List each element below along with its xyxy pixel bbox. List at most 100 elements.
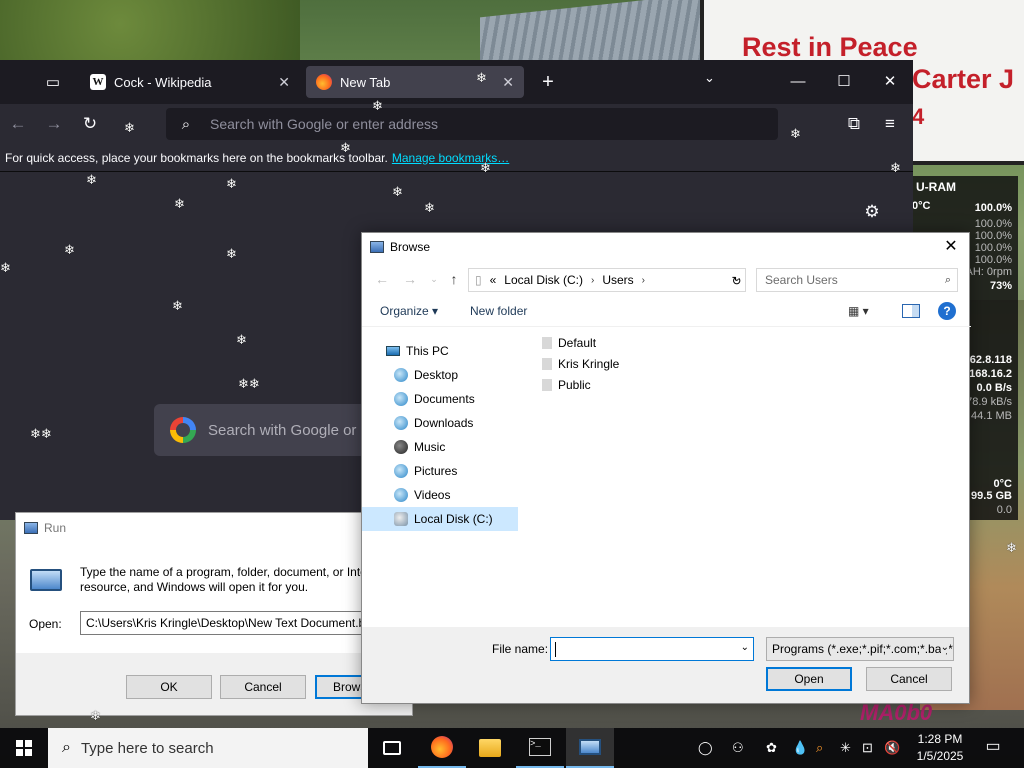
tree-item-videos[interactable]: Videos: [394, 483, 550, 507]
breadcrumb-local-disk[interactable]: Local Disk (C:): [504, 273, 583, 287]
list-all-tabs-icon[interactable]: ⌄: [704, 70, 715, 86]
maximize-icon[interactable]: ☐: [832, 70, 856, 94]
change-view-icon[interactable]: ▦ ▾: [848, 304, 869, 318]
run-open-label: Open:: [29, 617, 62, 631]
app-tray-icon[interactable]: ✿: [766, 728, 777, 768]
list-item[interactable]: Default: [542, 333, 596, 353]
file-type-value: Programs (*.exe;*.pif;*.com;*.bat;*.cmd): [772, 642, 953, 656]
url-bar[interactable]: ⌕ Search with Google or enter address: [166, 108, 778, 140]
pictures-icon: [394, 464, 408, 478]
tree-item-documents[interactable]: Documents: [394, 387, 550, 411]
back-icon[interactable]: ←: [6, 112, 30, 136]
file-name: Default: [558, 336, 597, 350]
widget-disk-io: 0.0: [996, 504, 1012, 516]
forward-icon[interactable]: →: [400, 269, 420, 289]
terminal-icon: >_: [529, 738, 551, 756]
drop-icon[interactable]: 💧: [792, 728, 808, 768]
close-tab-icon[interactable]: ✕: [502, 74, 514, 91]
tree-item-pictures[interactable]: Pictures: [394, 459, 550, 483]
volume-muted-icon[interactable]: 🔇: [884, 728, 900, 768]
wallpaper-trees: [0, 0, 300, 60]
bookmarks-hint: For quick access, place your bookmarks h…: [5, 150, 388, 165]
cortana-icon[interactable]: ◯: [698, 728, 713, 768]
notification-icon[interactable]: ▭: [982, 736, 1004, 758]
help-icon[interactable]: ?: [938, 302, 956, 320]
tree-item-local-disk[interactable]: Local Disk (C:): [362, 507, 518, 531]
search-icon: ⌕: [944, 273, 951, 286]
tab-wikipedia[interactable]: W Cock - Wikipedia ✕: [80, 66, 300, 98]
widget-cpu-core: 100.0%: [974, 230, 1012, 242]
chevron-down-icon[interactable]: ⌄: [940, 642, 949, 653]
clock-date: 1/5/2025: [916, 749, 964, 763]
widget-ip: 62.8.118: [969, 354, 1012, 366]
run-open-input[interactable]: C:\Users\Kris Kringle\Desktop\New Text D…: [80, 611, 400, 635]
taskbar-run[interactable]: [566, 728, 614, 768]
sign-text-line3: 4: [912, 104, 925, 129]
start-button[interactable]: [0, 728, 48, 768]
ok-button[interactable]: OK: [126, 675, 212, 699]
preview-pane-icon[interactable]: [902, 304, 920, 318]
tree-item-label: Desktop: [414, 368, 459, 382]
close-icon[interactable]: ✕: [941, 237, 961, 257]
firefox-view-icon[interactable]: ▭: [36, 68, 70, 96]
taskbar-file-explorer[interactable]: [466, 728, 514, 768]
search-tray-icon[interactable]: ⌕: [816, 728, 823, 768]
taskbar-search-box[interactable]: ⌕ Type here to search: [48, 728, 368, 768]
run-body: Type the name of a program, folder, docu…: [16, 543, 414, 653]
breadcrumb-users[interactable]: Users: [602, 273, 633, 287]
extensions-icon[interactable]: ⧉: [842, 112, 866, 136]
gear-icon[interactable]: ⚙: [862, 202, 882, 222]
tree-item-desktop[interactable]: Desktop: [394, 363, 550, 387]
run-title: Run: [44, 521, 67, 535]
search-input[interactable]: Search Users ⌕: [756, 268, 958, 292]
tree-item-downloads[interactable]: Downloads: [394, 411, 550, 435]
chevron-right-icon[interactable]: ›: [642, 275, 645, 286]
snowflake-tray-icon[interactable]: ✳: [840, 728, 851, 768]
chevron-right-icon[interactable]: ›: [591, 275, 594, 286]
manage-bookmarks-link[interactable]: Manage bookmarks…: [392, 151, 509, 165]
new-tab-button[interactable]: +: [536, 70, 560, 94]
file-name: Kris Kringle: [558, 357, 620, 371]
cancel-button[interactable]: Cancel: [220, 675, 306, 699]
clock[interactable]: 1:28 PM 1/5/2025: [900, 731, 980, 765]
tab-title: New Tab: [340, 74, 391, 90]
breadcrumb-prefix: «: [489, 273, 497, 287]
sign-text-line1: Rest in Peace: [742, 32, 918, 62]
people-icon[interactable]: ⚇: [732, 728, 744, 768]
refresh-icon[interactable]: ↻: [728, 268, 746, 292]
back-icon[interactable]: ←: [372, 269, 392, 289]
forward-icon[interactable]: →: [42, 112, 66, 136]
file-name-input[interactable]: ⌄: [550, 637, 754, 661]
chevron-down-icon[interactable]: ⌄: [741, 642, 749, 653]
taskbar-command-prompt[interactable]: >_: [516, 728, 564, 768]
tree-item-this-pc[interactable]: This PC: [386, 339, 542, 363]
tree-item-music[interactable]: Music: [394, 435, 550, 459]
task-view-button[interactable]: [368, 728, 416, 768]
reload-icon[interactable]: ↻: [78, 112, 102, 136]
tab-new-tab[interactable]: New Tab ✕: [306, 66, 524, 98]
widget-cpu-total: 100.0%: [974, 202, 1012, 214]
list-item[interactable]: Public: [542, 375, 591, 395]
run-program-icon: [30, 569, 62, 591]
list-item[interactable]: Kris Kringle: [542, 354, 619, 374]
menu-icon[interactable]: ≡: [878, 112, 902, 136]
recent-locations-icon[interactable]: ⌄: [424, 269, 444, 289]
file-type-select[interactable]: Programs (*.exe;*.pif;*.com;*.bat;*.cmd)…: [766, 637, 954, 661]
folder-icon: [542, 337, 552, 349]
close-window-icon[interactable]: ✕: [878, 70, 902, 94]
open-button[interactable]: Open: [766, 667, 852, 691]
new-folder-button[interactable]: New folder: [470, 304, 527, 318]
up-icon[interactable]: ↑: [444, 269, 464, 289]
minimize-icon[interactable]: —: [786, 70, 810, 94]
search-placeholder: Search Users: [765, 273, 838, 287]
wikipedia-favicon-icon: W: [90, 74, 106, 90]
address-bar[interactable]: ▯ « Local Disk (C:) › Users › ⌄: [468, 268, 746, 292]
network-icon[interactable]: ⊡: [862, 728, 873, 768]
run-description: Type the name of a program, folder, docu…: [80, 565, 388, 594]
close-tab-icon[interactable]: ✕: [278, 74, 290, 91]
organize-button[interactable]: Organize ▾: [380, 304, 438, 318]
taskbar-firefox[interactable]: [418, 728, 466, 768]
tab-bar: ▭ W Cock - Wikipedia ✕ New Tab ✕ + ⌄ — ☐…: [0, 60, 913, 104]
widget-net-up: 0.0 B/s: [976, 382, 1012, 394]
cancel-button[interactable]: Cancel: [866, 667, 952, 691]
